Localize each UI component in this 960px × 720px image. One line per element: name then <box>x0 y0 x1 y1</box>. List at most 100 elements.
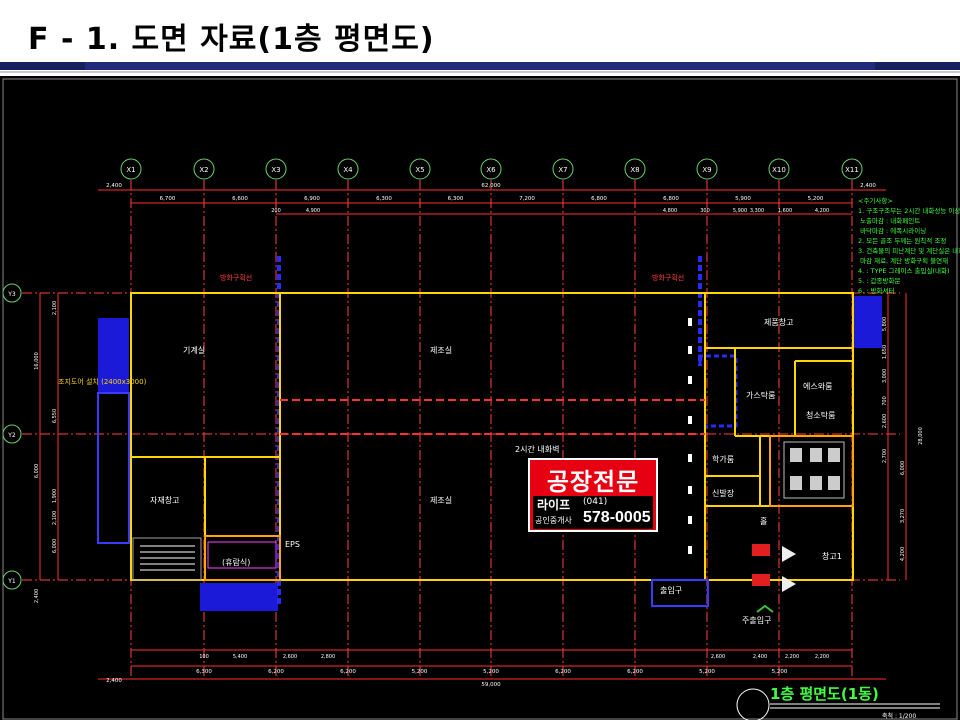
dim-text-top-span: 6,800 <box>591 196 607 202</box>
room-hall: 홀 <box>760 516 767 526</box>
dim-text-edge-left: 2,400 <box>106 183 122 189</box>
grid-label-col: X6 <box>486 166 496 174</box>
side-note: 조지도어 설치 (2400x3000) <box>58 377 147 386</box>
floor-plan-drawing: X1 X2 X3 X4 X5 X6 X7 X8 X9 X10 X11 Y3 Y2 Y1 62,000 2,4… <box>0 76 960 720</box>
room-labels: 기계실 제조실 제조실 자재창고 제품창고 에스와룸 가스탁룸 EPS (휴람식… <box>150 318 842 625</box>
grid-label-row: Y1 <box>7 578 16 585</box>
room-factory-top: 제조실 <box>430 345 452 355</box>
room-a: 학가룸 <box>712 454 734 464</box>
slide-title: F - 1. 도면 자료(1층 평면도) <box>28 22 435 57</box>
dim-text-bottom-span: 6,200 <box>555 669 571 675</box>
room-machine: 기계실 <box>183 345 205 355</box>
badge-kind: 공인중개사 <box>535 516 572 525</box>
dim-text-bottom-span: 5,200 <box>772 669 788 675</box>
notes-heading: <주기사항> <box>858 196 893 205</box>
dim-text-right: 1,650 <box>882 345 888 359</box>
yellow-walls <box>130 292 854 581</box>
dim-text-bottom-sub: 2,600 <box>283 654 297 660</box>
room-rest: (휴람식) <box>222 558 250 567</box>
room-product-storage: 제품창고 <box>764 318 793 327</box>
door-symbols <box>752 544 796 592</box>
dim-text-top-sub: 200 <box>271 208 281 214</box>
room-air-shower: 에스와룸 <box>803 381 832 391</box>
dim-text-right: 700 <box>882 396 888 406</box>
room-material-storage: 자재창고 <box>150 496 179 505</box>
dim-text-left: 1,900 <box>52 489 58 503</box>
note-line: 1. 구조구조부는 2시간 내화성능 이상 <box>858 206 960 215</box>
dim-text-left: 6,000 <box>34 464 40 478</box>
dim-text-top-sub: 4,900 <box>306 208 320 214</box>
dim-text-top-sub: 5,900 <box>733 208 747 214</box>
dim-text-right: 3,000 <box>882 369 888 383</box>
dim-text-right: 28,000 <box>918 427 924 445</box>
dim-text-left: 6,550 <box>52 409 58 423</box>
dim-text-top-sub: 1,600 <box>778 208 792 214</box>
firewall-label-left: 방화구획선 <box>220 273 252 282</box>
dim-text-top-span: 5,900 <box>735 196 751 202</box>
dim-text-bottom-sub: 2,400 <box>753 654 767 660</box>
dim-text-bottom-span: 5,200 <box>412 669 428 675</box>
room-gas: 가스탁룸 <box>746 390 775 400</box>
dim-text-right: 2,700 <box>882 449 888 463</box>
dim-text-left: 2,100 <box>52 301 58 315</box>
note-line: 4. : TYPE 그레이스 출입실(내화) <box>858 266 950 275</box>
dim-text-left: 16,000 <box>34 352 40 370</box>
badge-info: 라이프 공인중개사 (041) 578-0005 <box>533 496 653 529</box>
dim-text-bottom-span: 5,200 <box>483 669 499 675</box>
badge-main: 공장전문 <box>546 468 640 496</box>
note-line: 5. : 갑종방화문 <box>858 276 900 285</box>
badge-name: 라이프 <box>537 498 571 512</box>
realtor-badge: 공장전문 라이프 공인중개사 (041) 578-0005 <box>528 458 658 532</box>
room-storage1: 창고1 <box>822 552 842 561</box>
room-eps: EPS <box>285 540 300 549</box>
dim-text-top-sub: 4,800 <box>663 208 677 214</box>
dim-text-top-span: 5,200 <box>808 196 824 202</box>
dim-text-top-overall: 62,000 <box>481 183 501 189</box>
dim-text-bottom-span: 6,200 <box>340 669 356 675</box>
dim-text-bottom-span: 6,200 <box>627 669 643 675</box>
grid-label-col: X1 <box>126 166 135 174</box>
dim-text-bottom-edge: 2,400 <box>106 678 122 684</box>
title-rule <box>0 62 960 70</box>
dim-text-right: 2,600 <box>882 414 888 428</box>
dim-text-bottom-sub: 5,400 <box>233 654 247 660</box>
note-line: 6. : 방화셔터 <box>858 286 894 295</box>
note-line: 노출마감 : 내화페인트 <box>858 216 920 225</box>
dim-text-top-sub: 300 <box>700 208 710 214</box>
dim-text-bottom-sub: 2,600 <box>711 654 725 660</box>
dim-text-bottom-span: 6,200 <box>268 669 284 675</box>
dim-text-top-span: 6,900 <box>304 196 320 202</box>
wall-note: 2시간 내화벽 <box>515 444 559 454</box>
room-main-entrance: 주출입구 <box>742 615 771 625</box>
badge-area-code: (041) <box>583 497 608 507</box>
scale-text: 축척 : 1/200 <box>882 712 916 720</box>
dim-text-top-span: 7,200 <box>519 196 535 202</box>
dim-text-bottom-sub: 2,200 <box>785 654 799 660</box>
dim-text-top-sub: 4,200 <box>815 208 829 214</box>
ramp-small: 출입구 <box>660 585 682 595</box>
grid-label-col: X10 <box>772 166 786 174</box>
dim-text-bottom-sub: 2,200 <box>815 654 829 660</box>
dim-text-right: 4,200 <box>900 547 906 561</box>
dim-text-top-span: 6,800 <box>663 196 679 202</box>
grid-label-col: X4 <box>343 166 353 174</box>
dim-text-edge-right: 2,400 <box>860 183 876 189</box>
dim-text-left: 2,100 <box>52 511 58 525</box>
notes-block: <주기사항> 1. 구조구조부는 2시간 내화성능 이상 노출마감 : 내화페인… <box>858 196 960 295</box>
note-line: 3. 건축물의 피난계단 및 계단실은 내화 <box>858 246 960 255</box>
blue-block-right <box>852 296 882 348</box>
column-marks <box>688 318 692 554</box>
dim-text-left: 2,400 <box>34 589 40 603</box>
grid-label-col: X3 <box>271 166 280 174</box>
dim-text-top-span: 6,300 <box>448 196 464 202</box>
blue-wall-left <box>97 392 130 544</box>
dim-text-top-sub: 3,300 <box>750 208 764 214</box>
drawing-title: 1층 평면도(1동) <box>770 685 879 703</box>
dim-text-top-span: 6,600 <box>232 196 248 202</box>
room-factory-bottom: 제조실 <box>430 495 452 505</box>
room-c: 청소탁룸 <box>806 410 835 420</box>
blue-block-bottom <box>200 583 278 611</box>
notes-lines: 1. 구조구조부는 2시간 내화성능 이상 노출마감 : 내화페인트 바닥마감 … <box>858 206 960 295</box>
dim-text-bottom-overall: 59,000 <box>481 682 501 688</box>
dim-text-top-span: 6,700 <box>160 196 176 202</box>
